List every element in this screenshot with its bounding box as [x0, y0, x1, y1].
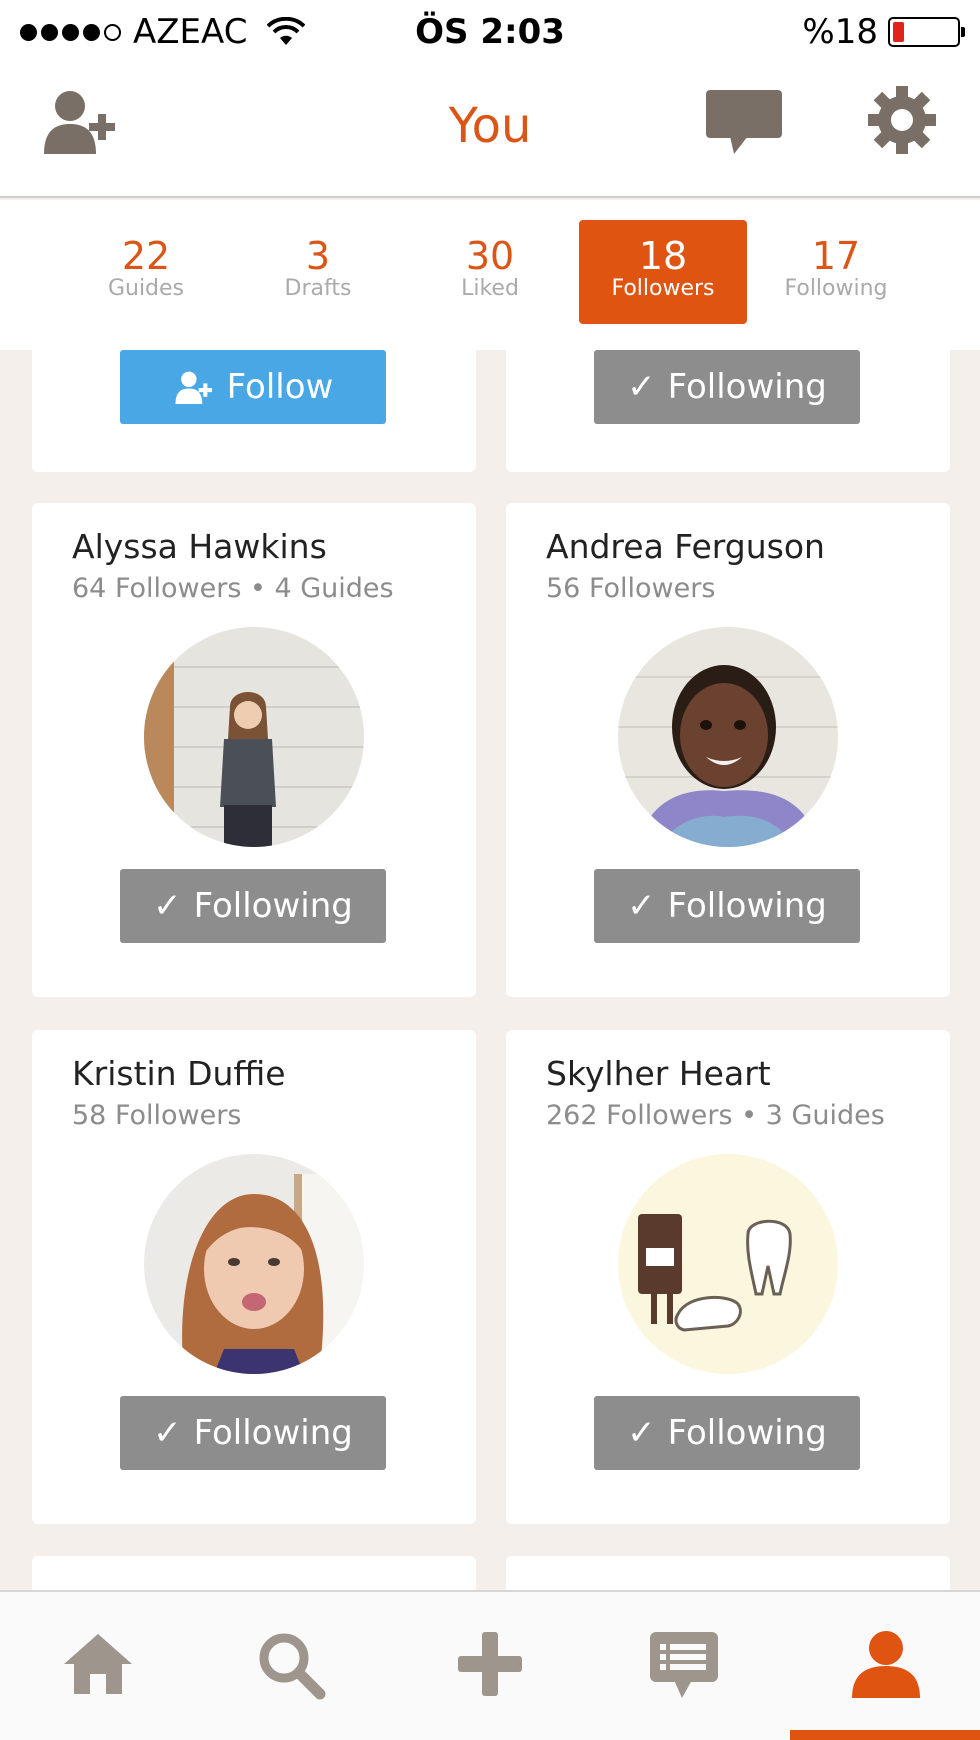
home-icon[interactable] [60, 1626, 136, 1702]
active-tab-indicator [790, 1730, 980, 1740]
follower-meta: 64 Followers • 4 Guides [72, 573, 394, 604]
follower-card[interactable]: Skylher Heart 262 Followers • 3 Guides ✓… [506, 1030, 950, 1524]
follower-card[interactable] [506, 1556, 950, 1590]
signal-strength-icon [20, 23, 121, 41]
following-button[interactable]: ✓ Following [120, 1396, 386, 1470]
follower-card: ✓ Following [506, 350, 950, 472]
guides-count: 22 [121, 234, 171, 278]
carrier-name: AZEAC [133, 12, 248, 52]
battery-percent: %18 [802, 12, 878, 52]
drafts-count: 3 [305, 234, 331, 278]
profile-stats-tabs: 22 Guides 3 Drafts 30 Liked 18 Followers… [0, 200, 980, 350]
add-icon[interactable] [452, 1626, 528, 1702]
tab-followers[interactable]: 18 Followers [579, 220, 747, 324]
followers-label: Followers [611, 276, 715, 301]
tab-liked[interactable]: 30 Liked [406, 220, 574, 324]
follower-meta: 262 Followers • 3 Guides [546, 1100, 885, 1131]
follower-card[interactable]: Alyssa Hawkins 64 Followers • 4 Guides ✓ [32, 503, 476, 997]
nav-bar: You [0, 64, 980, 198]
follower-card: Follow [32, 350, 476, 472]
following-button[interactable]: ✓ Following [594, 350, 860, 424]
following-button-label: Following [667, 367, 827, 407]
messages-icon[interactable] [646, 1626, 722, 1702]
following-count: 17 [811, 234, 861, 278]
check-icon: ✓ [153, 1413, 182, 1453]
search-icon[interactable] [252, 1626, 328, 1702]
followers-count: 18 [638, 234, 688, 278]
wifi-icon [267, 17, 306, 45]
following-button[interactable]: ✓ Following [120, 869, 386, 943]
follower-card[interactable]: Andrea Ferguson 56 Followers ✓ Following [506, 503, 950, 997]
following-button[interactable]: ✓ Following [594, 1396, 860, 1470]
following-button-label: Following [667, 1413, 827, 1453]
follower-card[interactable]: Kristin Duffie 58 Followers ✓ Following [32, 1030, 476, 1524]
gear-icon[interactable] [866, 84, 938, 156]
check-icon: ✓ [627, 1413, 656, 1453]
check-icon: ✓ [627, 367, 656, 407]
follower-name[interactable]: Alyssa Hawkins [72, 527, 327, 566]
tab-bar [0, 1590, 980, 1740]
chat-icon[interactable] [704, 86, 784, 156]
status-bar: AZEAC ÖS 2:03 %18 [0, 0, 980, 64]
follower-name[interactable]: Kristin Duffie [72, 1054, 286, 1093]
guides-label: Guides [107, 276, 185, 301]
tab-drafts[interactable]: 3 Drafts [234, 220, 402, 324]
liked-label: Liked [461, 276, 519, 301]
check-icon: ✓ [627, 886, 656, 926]
page-title: You [448, 98, 532, 154]
following-button-label: Following [193, 886, 353, 926]
check-icon: ✓ [153, 886, 182, 926]
add-user-icon [175, 371, 212, 404]
avatar[interactable] [618, 1154, 838, 1374]
battery-icon [888, 17, 965, 47]
avatar[interactable] [618, 627, 838, 847]
follower-card[interactable] [32, 1556, 476, 1590]
follower-meta: 58 Followers [72, 1100, 242, 1131]
tab-following[interactable]: 17 Following [752, 220, 920, 324]
follower-meta: 56 Followers [546, 573, 716, 604]
drafts-label: Drafts [284, 276, 352, 301]
following-button-label: Following [193, 1413, 353, 1453]
follower-name[interactable]: Andrea Ferguson [546, 527, 825, 566]
follower-name[interactable]: Skylher Heart [546, 1054, 771, 1093]
follow-button-label: Follow [226, 367, 334, 407]
followers-grid: Follow ✓ Following Alyssa Hawkins 64 Fol… [0, 350, 980, 1590]
following-label: Following [784, 276, 888, 301]
follow-button[interactable]: Follow [120, 350, 386, 424]
avatar[interactable] [144, 627, 364, 847]
avatar[interactable] [144, 1154, 364, 1374]
profile-icon[interactable] [848, 1626, 924, 1702]
liked-count: 30 [465, 234, 515, 278]
following-button[interactable]: ✓ Following [594, 869, 860, 943]
following-button-label: Following [667, 886, 827, 926]
tab-guides[interactable]: 22 Guides [62, 220, 230, 324]
